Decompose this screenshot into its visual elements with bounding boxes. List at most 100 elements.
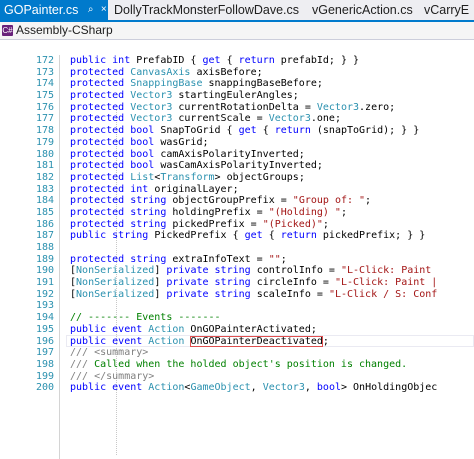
code-line[interactable]: 177 protected Vector3 currentScale = Vect… [0,113,474,125]
keyword: return [280,230,323,242]
code-content: /// </summary> [70,371,154,383]
line-number: 180 [35,148,54,160]
code-line[interactable]: 188 [0,242,474,254]
code-line[interactable]: 185 protected string holdingPrefix = "(Ho… [0,207,474,219]
code-content: public event Action OnGOPainterDeactivat… [70,335,329,348]
code-line[interactable]: 200 public event Action<GameObject, Vecto… [0,382,474,394]
code-content: protected bool SnapToGrid { get { return… [70,125,419,137]
string-literal: "Group of: " [292,195,366,207]
pin-icon[interactable]: ⌕ [88,0,94,20]
close-icon[interactable]: × [101,0,107,20]
code-text: { [220,55,239,66]
code-line[interactable]: 174 protected SnappingBase snappingBaseBe… [0,78,474,90]
type-name: Vector3 [262,382,305,394]
tab-vcarry[interactable]: vCarryE [420,0,469,20]
code-content: protected List<Transform> objectGroups; [70,172,305,184]
code-line[interactable]: 189 protected string extraInfoText = ""; [0,254,474,266]
code-line[interactable]: 182 protected List<Transform> objectGroup… [0,172,474,184]
line-number: 198 [35,358,54,370]
keyword: protected [70,206,131,218]
line-number: 178 [35,125,54,137]
code-content: protected string holdingPrefix = "(Holdi… [70,207,347,219]
code-content: protected SnappingBase snappingBaseBefor… [70,78,323,90]
project-dropdown[interactable]: C# Assembly-CSharp [2,23,113,38]
code-content: protected Vector3 currentScale = Vector3… [70,113,341,125]
tab-gopainter[interactable]: GOPainter.cs ⌕ × [0,0,108,20]
code-line[interactable]: 175 protected Vector3 startingEulerAngles… [0,90,474,102]
line-number: 190 [35,265,54,277]
code-content: /// Called when the holded object's posi… [70,359,407,371]
code-line[interactable]: 194 // ------- Events ------- [0,312,474,324]
type-name: Vector3 [130,113,173,125]
code-line[interactable]: 198 /// Called when the holded object's p… [0,359,474,371]
code-line[interactable]: 196 public event Action OnGOPainterDeacti… [0,334,474,348]
line-number: 197 [35,347,54,359]
keyword: get [238,125,257,137]
string-literal: "(Holding) " [268,206,341,218]
code-text: ] [154,288,167,300]
code-text: ; [365,195,372,207]
code-line[interactable]: 184 protected string objectGroupPrefix = … [0,195,474,207]
code-content: protected string extraInfoText = ""; [70,254,287,266]
type-name: CanvasAxis [130,66,191,78]
code-line[interactable]: 191 [NonSerialized] private string circle… [0,277,474,289]
selected-identifier[interactable]: OnGOPainterDeactivated [190,335,323,347]
code-line[interactable]: 173 protected CanvasAxis axisBefore; [0,67,474,79]
type-name: SnappingBase [130,78,203,90]
type-name: Vector3 [268,113,311,125]
code-line[interactable]: 187 public string PickedPrefix { get { re… [0,230,474,242]
line-number: 195 [35,323,54,335]
csharp-project-icon: C# [2,25,13,37]
keyword: string [112,230,155,242]
code-line[interactable]: 197 /// <summary> [0,347,474,359]
string-literal: "L-Click: Paint | [334,277,438,289]
keyword: int [130,183,155,195]
tab-dollytrack[interactable]: DollyTrackMonsterFollowDave.cs [110,0,299,20]
code-line[interactable]: 178 protected bool SnapToGrid { get { ret… [0,125,474,137]
string-literal: "L-Click / S: Conf [328,288,438,300]
code-content: // ------- Events ------- [70,312,221,324]
code-line[interactable]: 193 [0,300,474,312]
code-line[interactable]: 172 public int PrefabID { get { return pr… [0,55,474,67]
project-name: Assembly-CSharp [16,23,113,37]
keyword: protected [70,160,131,172]
keyword: string [214,265,257,277]
keyword: protected [70,148,131,160]
keyword: string [130,218,173,230]
type-name: GameObject [190,382,251,394]
code-text: SnapToGrid { [160,125,239,137]
code-line[interactable]: 181 protected bool wasCamAxisPolarityInve… [0,160,474,172]
doc-comment: </summary> [94,370,155,382]
tab-label: DollyTrackMonsterFollowDave.cs [114,3,299,17]
line-number: 191 [35,277,54,289]
line-number: 179 [35,136,54,148]
code-line[interactable]: 190 [NonSerialized] private string contro… [0,265,474,277]
code-line[interactable]: 199 /// </summary> [0,371,474,383]
keyword: public [70,323,113,335]
code-line[interactable]: 186 protected string pickedPrefix = "(Pic… [0,219,474,231]
type-name: Vector3 [130,90,173,102]
code-content: protected bool wasGrid; [70,137,209,149]
code-content: /// <summary> [70,347,148,359]
type-name: Action [148,335,185,347]
code-text: objectGroupPrefix = [172,195,293,207]
code-line[interactable]: 183 protected int originalLayer; [0,184,474,196]
code-line[interactable]: 179 protected bool wasGrid; [0,137,474,149]
code-line[interactable]: 176 protected Vector3 currentRotationDelt… [0,102,474,114]
code-text: OnGOPainterActivated; [184,323,317,335]
keyword: bool [130,148,161,160]
code-line[interactable]: 192 [NonSerialized] private string scaleI… [0,289,474,301]
tab-label: GOPainter.cs [4,3,79,17]
keyword: public [70,230,113,242]
code-editor[interactable]: 172 public int PrefabID { get { return pr… [0,55,474,394]
keyword: string [130,195,173,207]
line-number: 186 [35,218,54,230]
code-content: [NonSerialized] private string scaleInfo… [70,289,437,301]
keyword: bool [130,125,161,137]
code-content: protected string objectGroupPrefix = "Gr… [70,195,371,207]
code-text: > OnHoldingObjec [341,382,438,394]
tab-vgenericaction[interactable]: vGenericAction.cs [308,0,413,20]
code-line[interactable]: 180 protected bool camAxisPolarityInverte… [0,149,474,161]
type-name: NonSerialized [76,288,155,300]
code-text: , [304,382,317,394]
